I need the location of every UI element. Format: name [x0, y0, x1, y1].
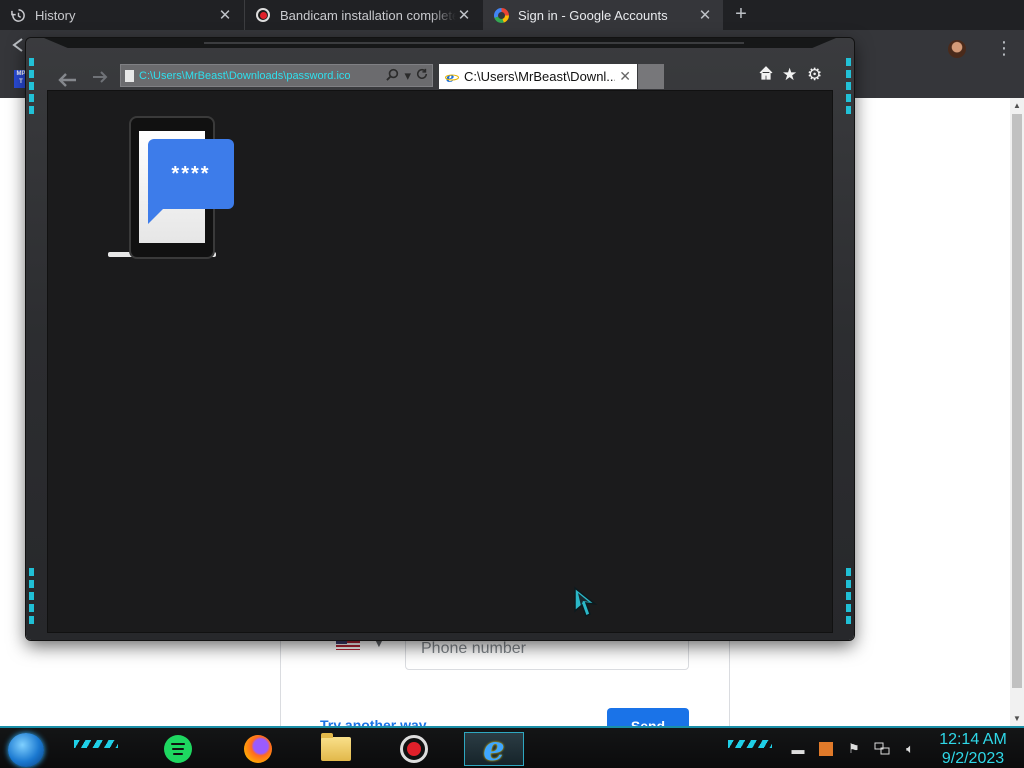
window-title-bar[interactable]	[44, 38, 836, 48]
tab-title: History	[35, 7, 76, 23]
start-button[interactable]	[8, 733, 44, 767]
tab-history[interactable]: History ✕	[0, 0, 243, 30]
show-hidden-icons-icon[interactable]: ▬	[790, 741, 806, 757]
chrome-tab-strip: History ✕ Bandicam installation complete…	[0, 0, 1024, 30]
address-bar[interactable]: C:\Users\MrBeast\Downloads\password.ico …	[120, 64, 433, 87]
firefox-icon[interactable]	[228, 732, 288, 766]
file-explorer-icon[interactable]	[306, 732, 366, 766]
page-scrollbar[interactable]: ▲ ▼	[1010, 98, 1024, 726]
forward-arrow-icon[interactable]	[92, 69, 108, 89]
close-tab-icon[interactable]: ✕	[697, 6, 713, 24]
mouse-cursor-icon	[572, 586, 598, 618]
tab-title: C:\Users\MrBeast\Downl...	[464, 69, 616, 84]
tab-bandicam[interactable]: Bandicam installation completed s ✕	[244, 0, 482, 30]
spotify-icon[interactable]	[148, 732, 208, 766]
page-icon	[125, 69, 134, 82]
taskbar-decoration	[74, 740, 118, 748]
new-tab-button[interactable]: +	[730, 4, 752, 26]
frame-glow	[29, 568, 34, 628]
ie-page-icon: e	[445, 70, 459, 86]
system-clock[interactable]: 12:14 AM 9/2/2023	[932, 730, 1014, 768]
clock-time: 12:14 AM	[939, 731, 1007, 748]
action-center-flag-icon[interactable]: ⚑	[846, 741, 862, 757]
favorites-star-icon[interactable]: ★	[782, 65, 797, 85]
back-icon[interactable]	[12, 38, 24, 57]
network-icon[interactable]	[874, 741, 890, 757]
dropdown-icon[interactable]: ▾	[404, 68, 411, 84]
taskbar: e ▬ ⚑ 🔈︎ 12:14 AM 9/2/2023	[0, 726, 1024, 768]
speech-bubble: ****	[148, 139, 234, 209]
password-bubble-icon: ****	[108, 116, 238, 261]
taskbar-decoration	[728, 740, 772, 748]
bandicam-tray-icon[interactable]	[818, 741, 834, 757]
ie-window: C:\Users\MrBeast\Downloads\password.ico …	[26, 38, 854, 640]
tab-title: Bandicam installation completed s	[280, 7, 456, 23]
frame-glow	[846, 568, 851, 628]
close-tab-icon[interactable]: ✕	[456, 6, 472, 24]
volume-icon[interactable]: 🔈︎	[902, 741, 918, 757]
tab-google-sign-in[interactable]: Sign in - Google Accounts ✕	[483, 0, 723, 30]
scroll-up-icon[interactable]: ▲	[1013, 101, 1021, 110]
address-url[interactable]: C:\Users\MrBeast\Downloads\password.ico	[139, 70, 381, 82]
menu-icon[interactable]: ⋮	[995, 38, 1013, 59]
settings-gear-icon[interactable]: ⚙	[807, 65, 822, 85]
clock-date: 9/2/2023	[941, 750, 1005, 767]
close-tab-icon[interactable]: ✕	[217, 6, 233, 24]
system-tray: ▬ ⚑ 🔈︎	[790, 734, 918, 764]
bandicam-icon[interactable]	[384, 732, 444, 766]
frame-glow	[846, 58, 851, 118]
scrollbar-thumb[interactable]	[1012, 114, 1022, 688]
internet-explorer-icon[interactable]: e	[464, 732, 524, 766]
search-icon[interactable]	[386, 68, 399, 84]
google-g-icon	[493, 7, 509, 23]
masked-password-text: ****	[171, 162, 211, 185]
history-icon	[10, 7, 26, 23]
refresh-icon[interactable]	[416, 68, 428, 83]
profile-avatar[interactable]	[948, 40, 966, 58]
svg-text:e: e	[446, 71, 454, 84]
frame-glow	[29, 58, 34, 118]
ie-tab-password-ico[interactable]: e C:\Users\MrBeast\Downl... ✕	[439, 64, 637, 89]
home-icon[interactable]	[758, 65, 774, 86]
bandicam-record-icon	[255, 7, 271, 23]
ie-content-area: ****	[47, 90, 833, 633]
scroll-down-icon[interactable]: ▼	[1013, 714, 1021, 723]
close-tab-icon[interactable]: ✕	[619, 68, 631, 85]
new-tab-button[interactable]	[638, 64, 664, 89]
tab-title: Sign in - Google Accounts	[518, 7, 668, 23]
